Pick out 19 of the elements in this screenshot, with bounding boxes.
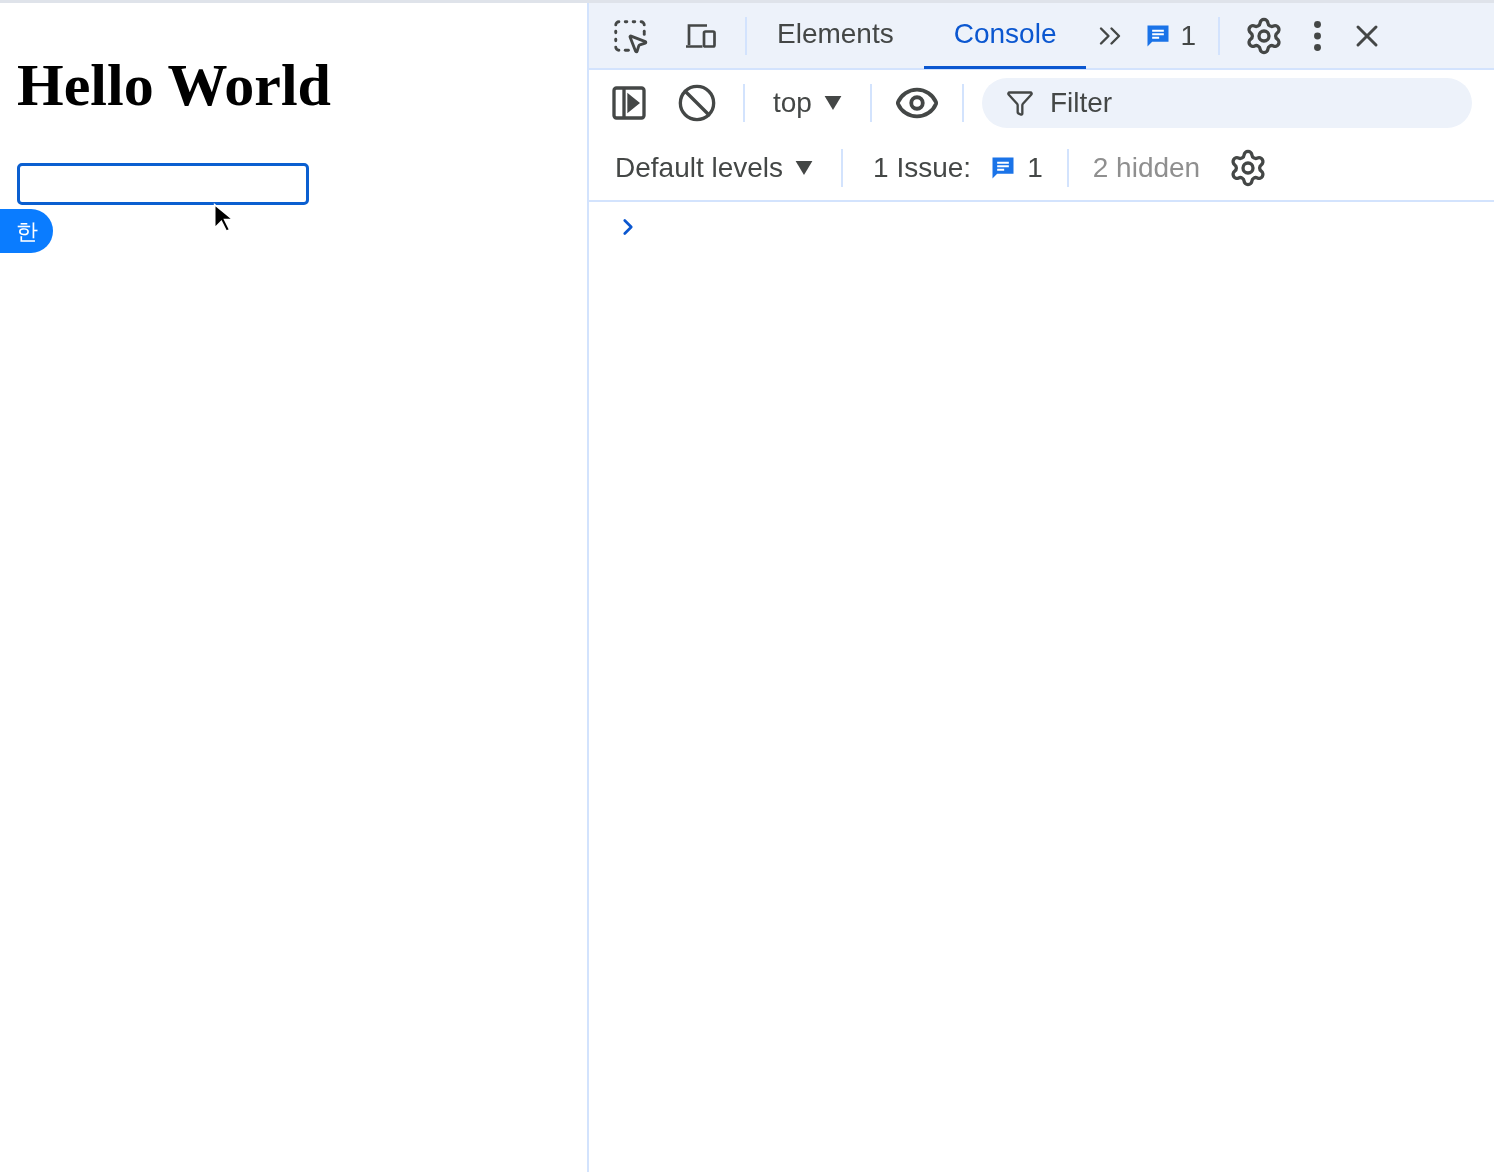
context-dropdown[interactable]: top — [773, 82, 842, 124]
devtools-tab[interactable]: Elements — [747, 3, 924, 69]
text-input-field[interactable] — [17, 163, 309, 205]
ime-indicator-badge: 한 — [0, 209, 53, 253]
more-options-button[interactable] — [1314, 20, 1322, 51]
mouse-cursor-icon — [213, 202, 233, 234]
hidden-count-label: 2 hidden — [1092, 151, 1201, 185]
filter-field[interactable]: Filter — [981, 78, 1472, 128]
more-options-icon — [1314, 20, 1322, 51]
devtools-tab[interactable]: Console — [923, 3, 1087, 69]
dropdown-triangle-icon — [795, 161, 814, 175]
log-levels-dropdown[interactable]: Default levels — [615, 147, 814, 189]
clear-console-button[interactable] — [677, 83, 717, 123]
dropdown-triangle-icon — [823, 96, 842, 110]
filter-icon — [1005, 89, 1034, 117]
issues-button[interactable]: 1 Issue: 1 — [873, 147, 1043, 189]
sidebar-toggle-button[interactable] — [609, 83, 649, 123]
issues-counter-button[interactable]: 1 — [1144, 14, 1197, 57]
page-heading: Hello World — [17, 55, 331, 115]
